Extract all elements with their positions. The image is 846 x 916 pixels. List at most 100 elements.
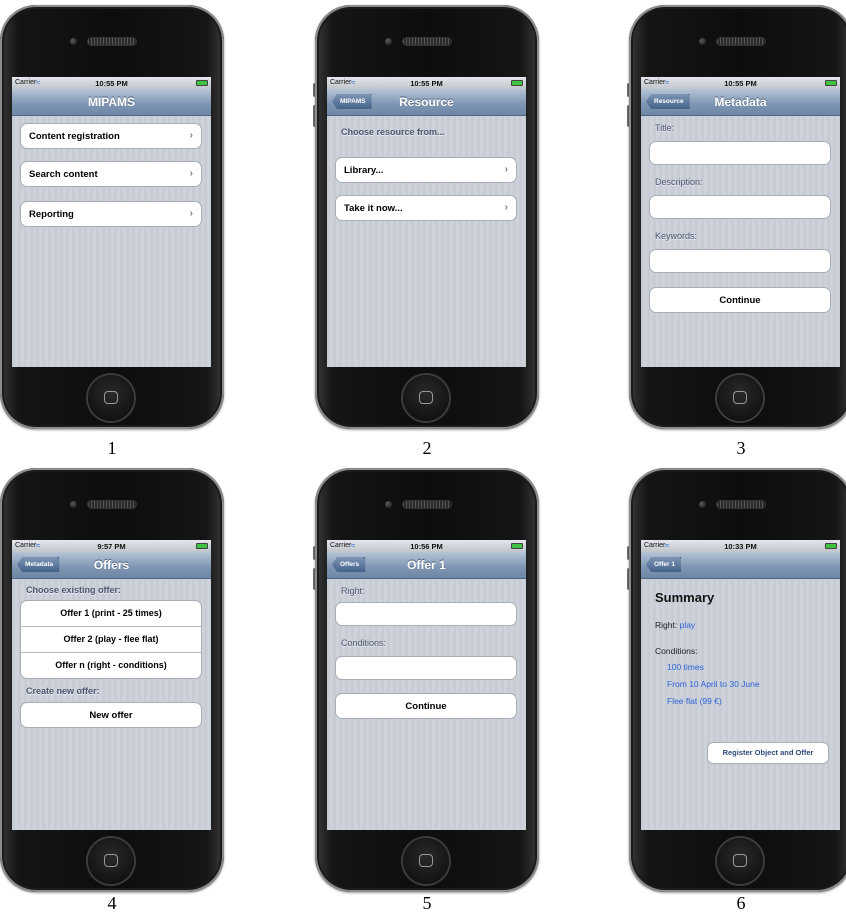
caption: 6 [736, 893, 746, 913]
chevron-right-icon: › [189, 130, 193, 141]
menu-item-label: Search content [29, 169, 98, 180]
description-label: Description: [655, 177, 703, 187]
phone-body: Carrier ≈ 9:57 PM Metadata Offers Choose… [0, 468, 224, 892]
home-button[interactable] [403, 838, 449, 884]
conditions-label: Conditions: [655, 646, 698, 656]
title-label: Title: [655, 123, 675, 133]
home-square-icon [733, 854, 747, 867]
home-square-icon [419, 391, 433, 404]
section-prompt: Choose resource from... [341, 127, 445, 137]
keywords-label: Keywords: [655, 231, 698, 241]
phone-body: Carrier ≈ 10:55 PM MIPAMS Content regist… [0, 5, 224, 429]
offer-list: Offer 1 (print - 25 times) Offer 2 (play… [20, 600, 202, 679]
battery-icon [511, 543, 523, 549]
status-bar: Carrier ≈ 9:57 PM [12, 540, 211, 552]
menu-item-label: Content registration [29, 131, 120, 142]
nav-bar: Offer 1 [641, 552, 840, 579]
continue-button[interactable]: Continue [335, 693, 517, 719]
home-button[interactable] [88, 375, 134, 421]
camera-icon [385, 38, 392, 45]
new-offer-button[interactable]: New offer [20, 702, 202, 728]
screen: Carrier ≈ 9:57 PM Metadata Offers Choose… [12, 540, 211, 830]
right-field[interactable] [335, 602, 517, 626]
screen: Carrier ≈ 10:33 PM Offer 1 Summary Right… [641, 540, 840, 830]
speaker-grille [88, 501, 136, 508]
screen: Carrier ≈ 10:55 PM MIPAMS Content regist… [12, 77, 211, 367]
clock: 10:56 PM [410, 542, 443, 551]
menu-item-search-content[interactable]: Search content › [20, 161, 202, 187]
status-bar: Carrier ≈ 10:55 PM [327, 77, 526, 89]
status-bar: Carrier ≈ 10:55 PM [12, 77, 211, 89]
home-button[interactable] [403, 375, 449, 421]
camera-icon [70, 501, 77, 508]
nav-title: Offers [93, 558, 130, 572]
nav-bar: Resource Metadata [641, 89, 840, 116]
menu-item-take-it-now[interactable]: Take it now... › [335, 195, 517, 221]
home-button[interactable] [717, 838, 763, 884]
screen: Carrier ≈ 10:56 PM Offers Offer 1 Right:… [327, 540, 526, 830]
conditions-field[interactable] [335, 656, 517, 680]
phone-body: Carrier ≈ 10:55 PM MIPAMS Resource Choos… [315, 5, 539, 429]
nav-bar: Metadata Offers [12, 552, 211, 579]
nav-bar: Offers Offer 1 [327, 552, 526, 579]
conditions-label: Conditions: [341, 638, 387, 648]
clock: 10:55 PM [95, 79, 128, 88]
offer-item-n[interactable]: Offer n (right - conditions) [21, 653, 201, 678]
menu-item-label: Reporting [29, 209, 74, 220]
menu-item-content-registration[interactable]: Content registration › [20, 123, 202, 149]
clock: 9:57 PM [97, 542, 126, 551]
camera-icon [699, 38, 706, 45]
caption: 5 [422, 893, 432, 913]
nav-title: Metadata [714, 95, 767, 109]
back-button[interactable]: Offer 1 [646, 557, 681, 572]
battery-icon [196, 80, 208, 86]
home-square-icon [733, 391, 747, 404]
battery-icon [825, 543, 837, 549]
camera-icon [70, 38, 77, 45]
speaker-grille [88, 38, 136, 45]
home-square-icon [104, 391, 118, 404]
speaker-grille [717, 38, 765, 45]
title-field[interactable] [649, 141, 831, 165]
chevron-right-icon: › [504, 202, 508, 213]
menu-item-label: Take it now... [344, 203, 403, 214]
clock: 10:55 PM [410, 79, 443, 88]
home-square-icon [104, 854, 118, 867]
screen: Carrier ≈ 10:55 PM MIPAMS Resource Choos… [327, 77, 526, 367]
description-field[interactable] [649, 195, 831, 219]
menu-item-label: Library... [344, 165, 384, 176]
home-button[interactable] [88, 838, 134, 884]
home-button[interactable] [717, 375, 763, 421]
keywords-field[interactable] [649, 249, 831, 273]
phone-body: Carrier ≈ 10:33 PM Offer 1 Summary Right… [629, 468, 846, 892]
screen: Carrier ≈ 10:55 PM Resource Metadata Tit… [641, 77, 840, 367]
camera-icon [385, 501, 392, 508]
speaker-grille [403, 38, 451, 45]
menu-item-library[interactable]: Library... › [335, 157, 517, 183]
nav-bar: MIPAMS [12, 89, 211, 116]
offer-item-1[interactable]: Offer 1 (print - 25 times) [21, 601, 201, 627]
battery-icon [511, 80, 523, 86]
caption: 1 [107, 438, 117, 458]
status-bar: Carrier ≈ 10:33 PM [641, 540, 840, 552]
right-label: Right: [341, 586, 365, 596]
offer-item-2[interactable]: Offer 2 (play - flee flat) [21, 627, 201, 653]
nav-title: Resource [399, 95, 454, 109]
chevron-right-icon: › [504, 164, 508, 175]
register-button[interactable]: Register Object and Offer [707, 742, 829, 764]
battery-icon [825, 80, 837, 86]
clock: 10:33 PM [724, 542, 757, 551]
menu-item-reporting[interactable]: Reporting › [20, 201, 202, 227]
continue-label: Continue [719, 295, 761, 306]
camera-icon [699, 501, 706, 508]
continue-button[interactable]: Continue [649, 287, 831, 313]
phone-body: Carrier ≈ 10:56 PM Offers Offer 1 Right:… [315, 468, 539, 892]
condition-item: 100 times [667, 662, 704, 672]
chevron-right-icon: › [189, 168, 193, 179]
continue-label: Continue [405, 701, 447, 712]
chevron-right-icon: › [189, 208, 193, 219]
status-bar: Carrier ≈ 10:55 PM [641, 77, 840, 89]
nav-title: MIPAMS [87, 95, 136, 109]
right-row: Right: play [655, 620, 695, 630]
nav-title: Offer 1 [407, 558, 446, 572]
